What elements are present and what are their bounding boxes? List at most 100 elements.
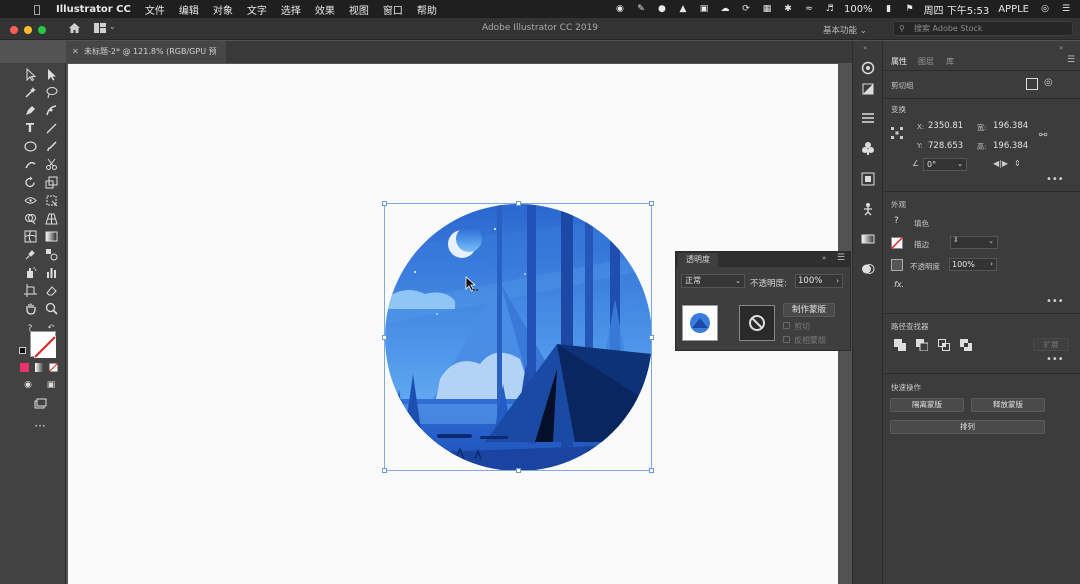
color-guide-panel-icon[interactable]	[861, 61, 875, 75]
pen-tool-icon[interactable]	[21, 102, 39, 118]
isolate-mask-button[interactable]: 隔离蒙版	[890, 398, 964, 412]
draw-behind-icon[interactable]: ▣	[42, 377, 60, 393]
cloud-icon[interactable]: ☁	[718, 3, 732, 15]
menu-window[interactable]: 窗口	[383, 2, 403, 17]
volume-icon[interactable]: ♬	[823, 3, 837, 15]
chevron-right-icon[interactable]: ›	[990, 259, 993, 270]
tab-libraries[interactable]: 库	[946, 56, 954, 67]
blend-tool-icon[interactable]	[42, 246, 60, 262]
resize-handle-bottom-left[interactable]	[382, 468, 387, 473]
chevron-right-icon[interactable]: ›	[836, 275, 839, 287]
workspace-switcher[interactable]: 基本功能 ⌄	[823, 24, 867, 36]
flag-icon[interactable]: ⚑	[903, 3, 917, 15]
constrain-proportions-icon[interactable]: ⚯	[1039, 130, 1047, 141]
line-segment-tool-icon[interactable]	[42, 120, 60, 136]
none-mode-icon[interactable]	[49, 363, 58, 372]
blend-mode-select[interactable]: 正常 ⌄	[681, 274, 745, 288]
close-window-button[interactable]	[10, 26, 18, 34]
perspective-grid-tool-icon[interactable]	[42, 210, 60, 226]
menu-view[interactable]: 视图	[349, 2, 369, 17]
gradient-tool-icon[interactable]	[42, 228, 60, 244]
record-icon[interactable]: ◉	[613, 3, 627, 15]
artboard-tool-icon[interactable]	[21, 282, 39, 298]
opacity-input[interactable]: 100% ›	[795, 274, 843, 288]
scale-tool-icon[interactable]	[42, 174, 60, 190]
puppet-warp-panel-icon[interactable]	[861, 202, 875, 216]
opacity-swatch-icon[interactable]	[891, 259, 903, 271]
isolate-icon[interactable]	[1026, 78, 1038, 90]
battery-icon[interactable]: ▮	[882, 3, 896, 15]
arrange-button[interactable]: 排列	[890, 420, 1045, 434]
type-tool-icon[interactable]: T	[21, 120, 39, 136]
stepper-icon[interactable]: ⇕	[953, 236, 959, 244]
selection-bounding-box[interactable]	[382, 201, 654, 473]
clock[interactable]: 周四 下午5:53	[924, 2, 990, 17]
color-panel-icon[interactable]	[861, 82, 875, 96]
zoom-window-button[interactable]	[38, 26, 46, 34]
chevron-down-icon[interactable]: ⌄	[109, 22, 116, 31]
tab-properties[interactable]: 属性	[891, 56, 907, 67]
color-mode-icon[interactable]	[20, 363, 29, 372]
exclude-icon[interactable]	[960, 339, 972, 351]
fill-unknown-icon[interactable]: ?	[894, 216, 899, 226]
menu-edit[interactable]: 编辑	[179, 2, 199, 17]
arrange-documents-icon[interactable]	[94, 23, 106, 33]
target-icon[interactable]: ◎	[1044, 77, 1053, 88]
home-icon[interactable]	[68, 22, 81, 34]
reference-point-icon[interactable]	[891, 127, 903, 139]
invert-mask-checkbox[interactable]	[783, 336, 790, 343]
magic-wand-tool-icon[interactable]	[21, 84, 39, 100]
resize-handle-top[interactable]	[516, 201, 521, 206]
mask-thumbnail[interactable]	[739, 305, 775, 341]
expand-button[interactable]: 扩展	[1033, 338, 1069, 351]
height-input[interactable]: 196.384	[993, 141, 1028, 151]
shape-builder-tool-icon[interactable]	[21, 210, 39, 226]
wechat-icon[interactable]: ●	[655, 3, 669, 15]
free-transform-tool-icon[interactable]	[42, 192, 60, 208]
sync-icon[interactable]: ⟳	[739, 3, 753, 15]
document-tab[interactable]: ✕ 未标题-2* @ 121.8% (RGB/GPU 预览)	[66, 41, 226, 78]
intersect-icon[interactable]	[938, 339, 950, 351]
user-name[interactable]: APPLE	[998, 4, 1029, 15]
siri-icon[interactable]: ◎	[1038, 3, 1052, 15]
column-graph-tool-icon[interactable]	[42, 264, 60, 280]
gradient-panel-icon[interactable]	[861, 232, 875, 246]
x-input[interactable]: 2350.81	[928, 121, 963, 131]
stock-search-input[interactable]: ⚲ 搜索 Adobe Stock	[893, 21, 1073, 36]
grid-icon[interactable]: ▦	[760, 3, 774, 15]
resize-handle-right[interactable]	[649, 335, 654, 340]
paintbrush-tool-icon[interactable]	[42, 138, 60, 154]
shaper-tool-icon[interactable]	[21, 156, 39, 172]
drawing-mode-icon[interactable]: ◉	[19, 377, 37, 393]
panel-menu-icon[interactable]: ☰	[837, 253, 845, 263]
resize-handle-top-left[interactable]	[382, 201, 387, 206]
ellipse-tool-icon[interactable]	[21, 138, 39, 154]
clip-checkbox[interactable]	[783, 322, 790, 329]
resize-handle-top-right[interactable]	[649, 201, 654, 206]
wifi-icon[interactable]: ≈	[802, 3, 816, 15]
flip-vertical-icon[interactable]: ⇕	[1014, 159, 1021, 168]
close-tab-icon[interactable]: ✕	[72, 41, 79, 63]
stroke-color-swatch[interactable]	[34, 336, 56, 358]
more-options-icon[interactable]: •••	[1046, 296, 1064, 307]
flip-horizontal-icon[interactable]: ◀|▶	[993, 159, 1008, 168]
eraser-tool-icon[interactable]	[42, 282, 60, 298]
mesh-tool-icon[interactable]	[21, 228, 39, 244]
resize-handle-bottom-right[interactable]	[649, 468, 654, 473]
hand-tool-icon[interactable]	[21, 300, 39, 316]
rotate-tool-icon[interactable]	[21, 174, 39, 190]
panel-menu-icon[interactable]: ☰	[1067, 55, 1075, 65]
tab-layers[interactable]: 图层	[918, 56, 934, 67]
width-tool-icon[interactable]	[21, 192, 39, 208]
make-mask-button[interactable]: 制作蒙版	[783, 303, 835, 317]
lasso-tool-icon[interactable]	[42, 84, 60, 100]
transparency-panel-tab[interactable]: 透明度	[678, 253, 718, 267]
collapse-panel-icon[interactable]: »	[1059, 44, 1063, 52]
notification-center-icon[interactable]: ☰	[1059, 3, 1073, 15]
unite-icon[interactable]	[894, 339, 906, 351]
collapse-panel-icon[interactable]: »	[822, 254, 826, 262]
default-colors-icon[interactable]	[19, 347, 26, 354]
symbol-sprayer-tool-icon[interactable]	[21, 264, 39, 280]
bluetooth-icon[interactable]: ✱	[781, 3, 795, 15]
width-input[interactable]: 196.384	[993, 121, 1028, 131]
